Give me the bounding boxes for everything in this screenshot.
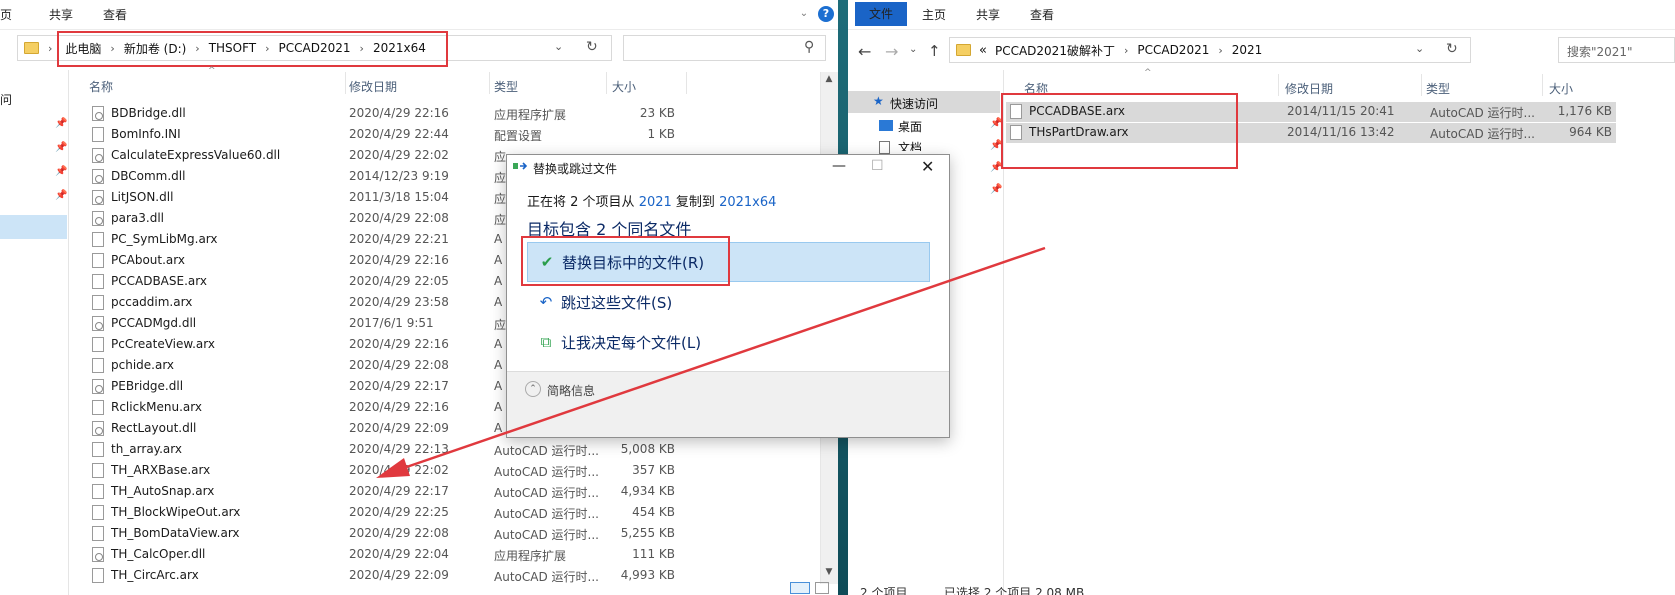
annotation-arrow — [376, 246, 1046, 478]
annotation-arrow-head — [376, 458, 410, 478]
annotation-arrow-line — [391, 246, 1046, 474]
